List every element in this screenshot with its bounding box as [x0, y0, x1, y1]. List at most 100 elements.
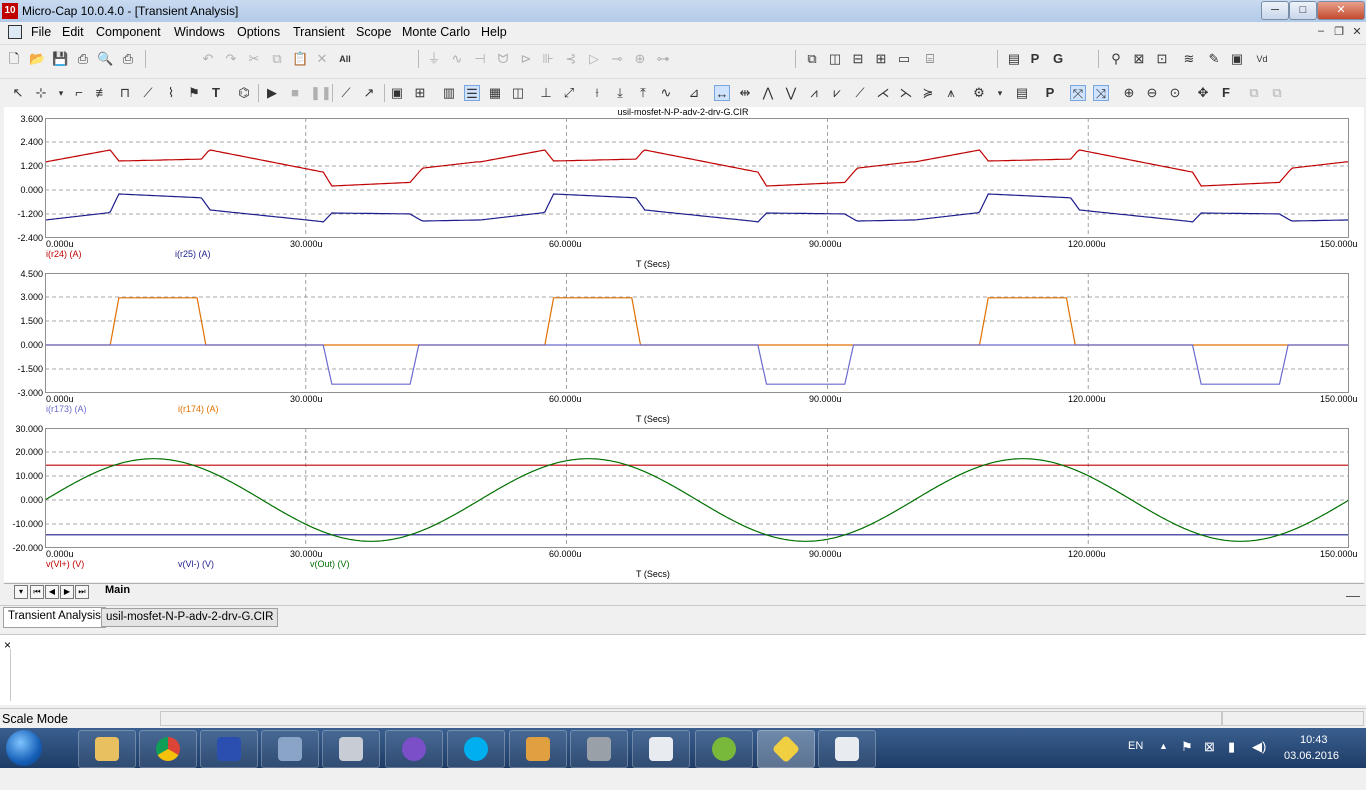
y-tick: 1.500 [20, 316, 43, 326]
first-page-button[interactable]: ⏮ [30, 585, 44, 599]
taskbar-computer[interactable] [261, 730, 319, 768]
legend-i-r24[interactable]: i(r24) (A) [46, 249, 82, 259]
tab-transient-analysis[interactable]: Transient Analysis [3, 607, 106, 628]
panel-1-frame [45, 118, 1349, 238]
y-tick: -2.400 [17, 233, 43, 243]
y-tick: -10.000 [12, 519, 43, 529]
y-tick: 0.000 [20, 340, 43, 350]
x-axis-title: T (Secs) [636, 569, 670, 579]
page-tab-main[interactable]: Main [101, 584, 138, 599]
status-bar: Scale Mode [0, 708, 1366, 729]
x-tick: 120.000u [1068, 549, 1106, 559]
x-tick: 60.000u [549, 549, 582, 559]
x-tick: 90.000u [809, 239, 842, 249]
y-tick: -20.000 [12, 543, 43, 553]
language-indicator[interactable]: EN [1128, 740, 1143, 780]
document-window-icon [835, 737, 859, 761]
computer-icon [278, 737, 302, 761]
y-tick: 10.000 [15, 471, 43, 481]
y-tick: 0.000 [20, 495, 43, 505]
y-tick: 0.000 [20, 185, 43, 195]
output-pane[interactable]: × [0, 634, 1366, 705]
calculator-icon [339, 737, 363, 761]
page-tab-row: ▾ ⏮ ◀ ▶ ⏭ Main [4, 583, 1364, 600]
chrome-icon [156, 737, 180, 761]
x-tick: 30.000u [290, 239, 323, 249]
network-icon[interactable]: ⊠ [1204, 739, 1215, 779]
last-page-button[interactable]: ⏭ [75, 585, 89, 599]
next-page-button[interactable]: ▶ [60, 585, 74, 599]
taskbar-document[interactable] [632, 730, 690, 768]
panel-3-frame [45, 428, 1349, 548]
y-tick: 20.000 [15, 447, 43, 457]
legend-v-vl-minus[interactable]: v(Vl-) (V) [178, 559, 214, 569]
y-tick: 3.600 [20, 114, 43, 124]
legend-v-out[interactable]: v(Out) (V) [310, 559, 350, 569]
y-tick: 30.000 [15, 424, 43, 434]
taskbar-utorrent[interactable] [695, 730, 753, 768]
taskbar-microcap[interactable] [757, 730, 815, 768]
taskbar-window[interactable] [818, 730, 876, 768]
x-tick: 150.000u [1320, 394, 1358, 404]
resize-grip[interactable] [1346, 586, 1360, 597]
x-tick: 150.000u [1320, 239, 1358, 249]
x-tick: 90.000u [809, 549, 842, 559]
x-tick: 0.000u [46, 394, 74, 404]
tab-circuit-file[interactable]: usil-mosfet-N-P-adv-2-drv-G.CIR [101, 608, 279, 627]
taskbar-viber[interactable] [385, 730, 443, 768]
power-icon[interactable]: ▮ [1228, 739, 1235, 779]
y-tick: -1.200 [17, 209, 43, 219]
legend-i-r25[interactable]: i(r25) (A) [175, 249, 211, 259]
x-tick: 60.000u [549, 239, 582, 249]
taskbar-chrome[interactable] [139, 730, 197, 768]
taskbar-explorer[interactable] [78, 730, 136, 768]
x-axis-title: T (Secs) [636, 259, 670, 269]
utorrent-icon [712, 737, 736, 761]
prev-page-button[interactable]: ◀ [45, 585, 59, 599]
x-tick: 120.000u [1068, 239, 1106, 249]
page-menu-button[interactable]: ▾ [14, 585, 28, 599]
legend-i-r174[interactable]: i(r174) (A) [178, 404, 219, 414]
y-tick: 3.000 [20, 292, 43, 302]
status-cell [1222, 711, 1364, 726]
x-tick: 150.000u [1320, 549, 1358, 559]
y-tick: 2.400 [20, 137, 43, 147]
x-axis-title: T (Secs) [636, 414, 670, 424]
folder-icon [95, 737, 119, 761]
books-icon [217, 737, 241, 761]
y-tick: 4.500 [20, 269, 43, 279]
legend-v-vl-plus[interactable]: v(Vl+) (V) [46, 559, 84, 569]
x-tick: 90.000u [809, 394, 842, 404]
taskbar: EN ▲ ⚑ ⊠ ▮ ◀) 10:43 03.06.2016 [0, 728, 1366, 768]
taskbar-app-mfc[interactable] [509, 730, 567, 768]
start-button[interactable] [6, 730, 42, 766]
tray-expand-icon[interactable]: ▲ [1159, 741, 1168, 781]
microcap-icon [771, 734, 801, 764]
document-window-icon [649, 737, 673, 761]
y-tick: -3.000 [17, 388, 43, 398]
taskbar-books[interactable] [200, 730, 258, 768]
y-tick: 1.200 [20, 161, 43, 171]
y-tick: -1.500 [17, 364, 43, 374]
x-tick: 60.000u [549, 394, 582, 404]
taskbar-skype[interactable] [447, 730, 505, 768]
panel-2-frame [45, 273, 1349, 393]
x-tick: 120.000u [1068, 394, 1106, 404]
clock-date[interactable]: 03.06.2016 [1284, 750, 1339, 790]
mfc-icon [526, 737, 550, 761]
status-mode: Scale Mode [2, 712, 69, 726]
output-divider [10, 649, 11, 701]
x-tick: 30.000u [290, 549, 323, 559]
taskbar-calculator[interactable] [322, 730, 380, 768]
taskbar-tool[interactable] [570, 730, 628, 768]
document-tabs: Transient Analysis usil-mosfet-N-P-adv-2… [0, 605, 1366, 628]
x-tick: 30.000u [290, 394, 323, 404]
x-tick: 0.000u [46, 549, 74, 559]
status-cell [160, 711, 1222, 726]
skype-icon [464, 737, 488, 761]
flag-tray-icon[interactable]: ⚑ [1181, 739, 1193, 779]
tool-icon [587, 737, 611, 761]
x-tick: 0.000u [46, 239, 74, 249]
legend-i-r173[interactable]: i(r173) (A) [46, 404, 87, 414]
volume-icon[interactable]: ◀) [1252, 739, 1266, 779]
